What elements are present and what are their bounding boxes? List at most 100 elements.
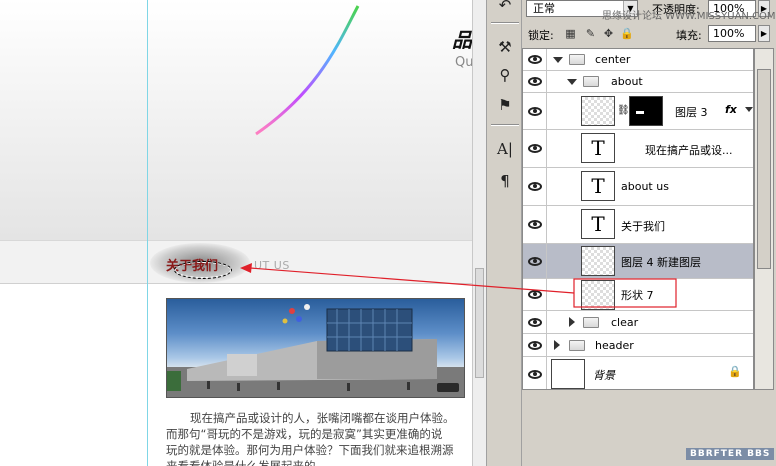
layer-row-shape7[interactable]: 形状 7 [523, 279, 753, 311]
layer-row-text-about-us[interactable]: T about us [523, 168, 753, 206]
visibility-toggle[interactable] [523, 334, 547, 356]
visibility-toggle[interactable] [523, 357, 547, 389]
watermark-top: 思缘设计论坛 WWW.MISSYUAN.COM [602, 11, 776, 22]
layer-thumbnail [581, 96, 615, 126]
disclosure-collapsed-icon[interactable] [569, 317, 575, 327]
layer-thumbnail [551, 359, 585, 389]
paragraph-line: 而那句“哥玩的不是游戏，玩的是寂寞”其实更准确的说 [166, 427, 443, 441]
layer-row-background[interactable]: 背景 🔒 [523, 357, 753, 389]
layer-list: center about ⛓ 图层 3 fx T 现在搞产品或设... T ab… [522, 48, 754, 390]
paragraph-line: 玩的就是体验。那何为用户体验？下面我们就来追根溯源 [166, 443, 454, 457]
scroll-thumb[interactable] [757, 69, 771, 269]
disclosure-expanded-icon[interactable] [567, 79, 577, 85]
layer-row-about[interactable]: about [523, 71, 753, 93]
eye-icon [527, 369, 542, 379]
folder-icon [569, 340, 585, 351]
visibility-toggle[interactable] [523, 311, 547, 333]
visibility-toggle[interactable] [523, 93, 547, 129]
canvas-vertical-scrollbar[interactable] [472, 0, 486, 466]
fx-icon[interactable]: fx [725, 103, 737, 116]
effects-toggle-icon[interactable] [745, 107, 753, 112]
logo-mark: 品 [452, 28, 472, 52]
layer-name: 现在搞产品或设... [645, 144, 733, 157]
paragraph-line: 来看看体验是什么发展起来的 [166, 459, 316, 466]
layer-row-center[interactable]: center [523, 49, 753, 71]
folder-icon [569, 54, 585, 65]
layer-row-text-about-cn[interactable]: T 关于我们 [523, 206, 753, 244]
panel-dock-icons: ↶ ⚒ ⚲ ⚑ A| ¶ [486, 0, 522, 466]
separator [491, 124, 519, 126]
eye-icon [527, 340, 542, 350]
lock-transparent-icon[interactable]: ▦ [564, 27, 577, 40]
fill-dropdown-icon[interactable]: ▶ [758, 25, 770, 42]
logo-subtext: Qu [455, 55, 474, 70]
lock-icon: 🔒 [728, 365, 742, 378]
disclosure-collapsed-icon[interactable] [554, 340, 560, 350]
brushes-icon[interactable]: ⚒ [493, 36, 517, 58]
paragraph-icon[interactable]: ¶ [493, 170, 517, 192]
layer-mask-thumbnail[interactable] [629, 96, 663, 126]
eye-icon [527, 106, 542, 116]
blend-mode-value: 正常 [533, 2, 555, 15]
visibility-toggle[interactable] [523, 49, 547, 70]
building-illustration [167, 304, 464, 397]
visibility-toggle[interactable] [523, 206, 547, 243]
lock-label: 锁定: [528, 29, 554, 42]
visibility-toggle[interactable] [523, 71, 547, 92]
clone-source-icon[interactable]: ⚑ [493, 94, 517, 116]
layer-row-layer4[interactable]: 图层 4 新建图层 [523, 244, 753, 279]
elliptical-selection[interactable] [174, 261, 232, 279]
layer-thumbnail [581, 280, 615, 310]
fill-label: 填充: [676, 29, 702, 42]
eye-icon [527, 144, 542, 153]
layer-thumbnail [581, 246, 615, 276]
character-icon[interactable]: A| [493, 138, 517, 160]
tool-presets-icon[interactable]: ⚲ [493, 64, 517, 86]
eye-icon [527, 182, 542, 191]
layer-name: about us [621, 180, 669, 193]
layer-name: clear [611, 316, 639, 329]
visibility-toggle[interactable] [523, 168, 547, 205]
eye-icon [527, 317, 542, 327]
text-layer-icon: T [581, 171, 615, 201]
lock-all-icon[interactable]: 🔒 [620, 27, 634, 40]
layer-name: center [595, 53, 631, 66]
layer-name: 关于我们 [621, 220, 665, 233]
paragraph-line: 现在搞产品或设计的人，张嘴闭嘴都在谈用户体验。 [190, 411, 455, 425]
visibility-toggle[interactable] [523, 130, 547, 167]
layer-row-layer3[interactable]: ⛓ 图层 3 fx [523, 93, 753, 130]
document-canvas[interactable]: 品 Qu 关于我们 UT US 现在搞产品或设计的人，张嘴闭嘴都在谈用户体验。 … [0, 0, 486, 466]
fill-field[interactable]: 100% [708, 25, 756, 42]
eye-icon [527, 290, 542, 299]
layer-name: header [595, 339, 634, 352]
scroll-thumb[interactable] [475, 268, 484, 378]
lock-position-icon[interactable]: ✥ [602, 27, 615, 40]
history-icon[interactable]: ↶ [493, 0, 517, 16]
layer-name: 形状 7 [621, 289, 654, 302]
layer-name: 背景 [593, 369, 615, 382]
layer-name: about [611, 75, 643, 88]
visibility-toggle[interactable] [523, 279, 547, 310]
visibility-toggle[interactable] [523, 244, 547, 278]
vertical-guide[interactable] [147, 0, 148, 466]
layer-row-text-paragraph[interactable]: T 现在搞产品或设... [523, 130, 753, 168]
eye-icon [527, 55, 542, 64]
layer-row-header[interactable]: header [523, 334, 753, 357]
link-icon[interactable]: ⛓ [617, 105, 630, 116]
folder-icon [583, 76, 599, 87]
disclosure-expanded-icon[interactable] [553, 57, 563, 63]
folder-icon [583, 317, 599, 328]
separator [491, 22, 519, 24]
watermark-bottom: BBRFTER BBS [686, 448, 775, 460]
banner-area [0, 0, 472, 240]
intro-paragraph: 现在搞产品或设计的人，张嘴闭嘴都在谈用户体验。 而那句“哥玩的不是游戏，玩的是寂… [166, 410, 466, 466]
eye-icon [527, 77, 542, 86]
layer-row-clear[interactable]: clear [523, 311, 753, 334]
layer-name: 图层 3 [675, 106, 708, 119]
lock-image-icon[interactable]: ✎ [584, 27, 597, 40]
text-layer-icon: T [581, 209, 615, 239]
mask-shape [636, 111, 644, 114]
layers-scrollbar[interactable] [754, 48, 774, 390]
eye-icon [527, 256, 542, 266]
layer-name: 图层 4 新建图层 [621, 256, 701, 269]
